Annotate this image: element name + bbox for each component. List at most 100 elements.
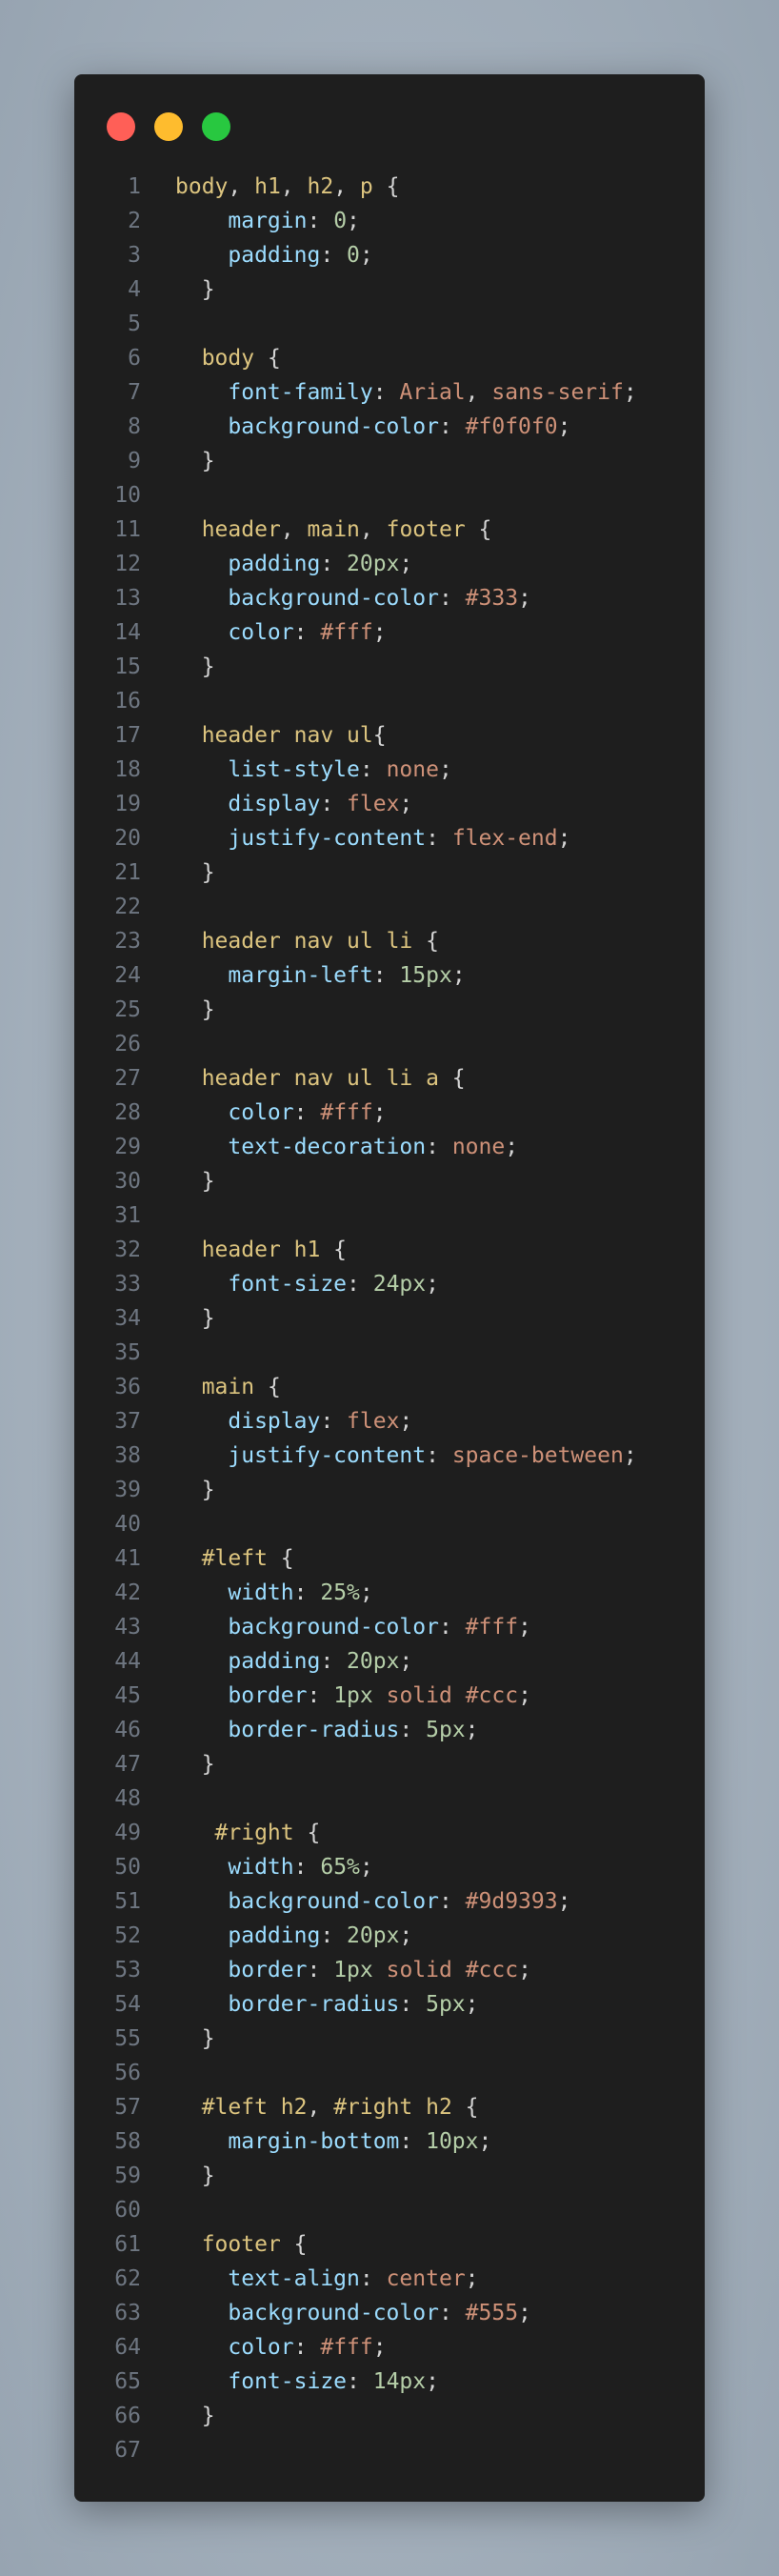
code-token: color: [228, 1100, 294, 1125]
code-token: 14px: [372, 2369, 427, 2394]
code-text: header h1 {: [175, 1233, 347, 1267]
code-token: {: [412, 929, 439, 954]
code-token: #ccc: [465, 1683, 519, 1708]
code-token: #right h2: [333, 2095, 452, 2120]
code-token: border: [228, 1683, 308, 1708]
close-button[interactable]: [107, 112, 135, 141]
code-token: }: [175, 860, 215, 885]
line-number: 54: [114, 1992, 141, 2017]
code-line: 43 background-color: #fff;: [74, 1610, 705, 1644]
code-token: color: [228, 2335, 294, 2360]
code-token: :: [307, 1683, 334, 1708]
code-token: #left: [201, 1546, 268, 1571]
code-token: :: [399, 1992, 427, 2017]
code-text: width: 25%;: [175, 1576, 372, 1610]
line-number: 4: [128, 277, 141, 302]
code-line: 53 border: 1px solid #ccc;: [74, 1953, 705, 1987]
maximize-button[interactable]: [202, 112, 230, 141]
line-number: 52: [114, 1923, 141, 1948]
code-text: main {: [175, 1370, 281, 1404]
code-text: }: [175, 1164, 215, 1198]
code-token: ;: [399, 552, 413, 576]
code-line: 4 }: [74, 272, 705, 307]
code-token: ;: [359, 1855, 373, 1880]
code-token: 1px: [333, 1683, 373, 1708]
code-token: ;: [451, 963, 466, 988]
code-token: }: [175, 1752, 215, 1777]
code-token: center: [386, 2266, 466, 2291]
line-number: 42: [114, 1580, 141, 1605]
code-line: 15 }: [74, 650, 705, 684]
code-line: 33 font-size: 24px;: [74, 1267, 705, 1301]
code-token: ,: [465, 380, 492, 405]
code-line: 44 padding: 20px;: [74, 1644, 705, 1679]
code-token: 24px: [372, 1272, 427, 1297]
code-token: {: [254, 1375, 281, 1399]
code-line: 10: [74, 478, 705, 513]
code-token: padding: [228, 1923, 321, 1948]
code-token: ;: [347, 209, 360, 233]
line-number: 50: [114, 1855, 141, 1880]
code-token: #fff: [465, 1615, 519, 1640]
code-line: 38 justify-content: space-between;: [74, 1439, 705, 1473]
code-token: ;: [438, 757, 452, 782]
code-token: flex: [347, 792, 400, 816]
code-text: padding: 20px;: [175, 1644, 412, 1679]
code-line: 36 main {: [74, 1370, 705, 1404]
code-token: header nav ul li a: [201, 1066, 439, 1091]
code-token: font-size: [228, 2369, 348, 2394]
code-line: 8 background-color: #f0f0f0;: [74, 410, 705, 444]
line-number: 56: [114, 2061, 141, 2085]
code-token: ;: [399, 1923, 413, 1948]
code-text: text-align: center;: [175, 2262, 478, 2296]
code-token: font-family: [228, 380, 373, 405]
code-text: background-color: #fff;: [175, 1610, 531, 1644]
code-text: #left h2, #right h2 {: [175, 2090, 479, 2124]
code-line: 46 border-radius: 5px;: [74, 1713, 705, 1747]
line-number: 9: [128, 449, 141, 473]
minimize-button[interactable]: [154, 112, 183, 141]
code-line: 49 #right {: [74, 1816, 705, 1850]
code-line: 25 }: [74, 993, 705, 1027]
line-number: 47: [114, 1752, 141, 1777]
line-number: 67: [114, 2438, 141, 2463]
code-token: 0: [333, 209, 348, 233]
line-number: 33: [114, 1272, 141, 1297]
code-text: footer {: [175, 2227, 308, 2262]
code-line: 2 margin: 0;: [74, 204, 705, 238]
code-line: 27 header nav ul li a {: [74, 1061, 705, 1096]
code-text: display: flex;: [175, 787, 412, 821]
code-token: }: [175, 1478, 215, 1502]
code-line: 1 body, h1, h2, p {: [74, 170, 705, 204]
code-token: margin: [228, 209, 308, 233]
code-token: background-color: [228, 1889, 439, 1914]
code-token: ;: [557, 826, 571, 851]
code-token: background-color: [228, 1615, 439, 1640]
code-token: ;: [623, 1443, 637, 1468]
code-line: 13 background-color: #333;: [74, 581, 705, 615]
code-text: justify-content: space-between;: [175, 1439, 637, 1473]
code-token: text-align: [228, 2266, 360, 2291]
code-token: body: [175, 174, 229, 199]
line-number: 6: [128, 346, 141, 371]
code-text: color: #fff;: [175, 2330, 386, 2365]
code-token: {: [372, 174, 400, 199]
code-line: 35: [74, 1336, 705, 1370]
code-token: #fff: [320, 2335, 373, 2360]
code-line: 26: [74, 1027, 705, 1061]
line-number: 23: [114, 929, 141, 954]
code-token: h1: [254, 174, 281, 199]
code-token: ,: [307, 2095, 334, 2120]
code-token: }: [175, 2404, 215, 2428]
code-token: space-between: [451, 1443, 624, 1468]
